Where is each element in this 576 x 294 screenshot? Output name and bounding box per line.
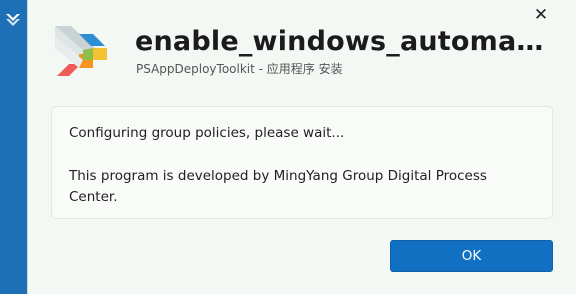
info-message: This program is developed by MingYang Gr…: [69, 168, 487, 205]
installer-dialog: ✕ enable_windows_automati... PSAppDeploy…: [27, 0, 576, 294]
background-window-rail: [0, 0, 27, 294]
dialog-title: enable_windows_automati...: [135, 26, 545, 57]
psappdeploytoolkit-logo-icon: [55, 26, 107, 76]
status-message: Configuring group policies, please wait.…: [69, 125, 345, 141]
ok-button[interactable]: OK: [390, 240, 553, 272]
close-icon: ✕: [533, 5, 549, 25]
psappdeploytoolkit-small-icon: [6, 14, 20, 26]
message-panel: Configuring group policies, please wait.…: [51, 106, 553, 219]
ok-button-label: OK: [461, 248, 482, 264]
dialog-subtitle: PSAppDeployToolkit - 应用程序 安装: [136, 62, 343, 76]
